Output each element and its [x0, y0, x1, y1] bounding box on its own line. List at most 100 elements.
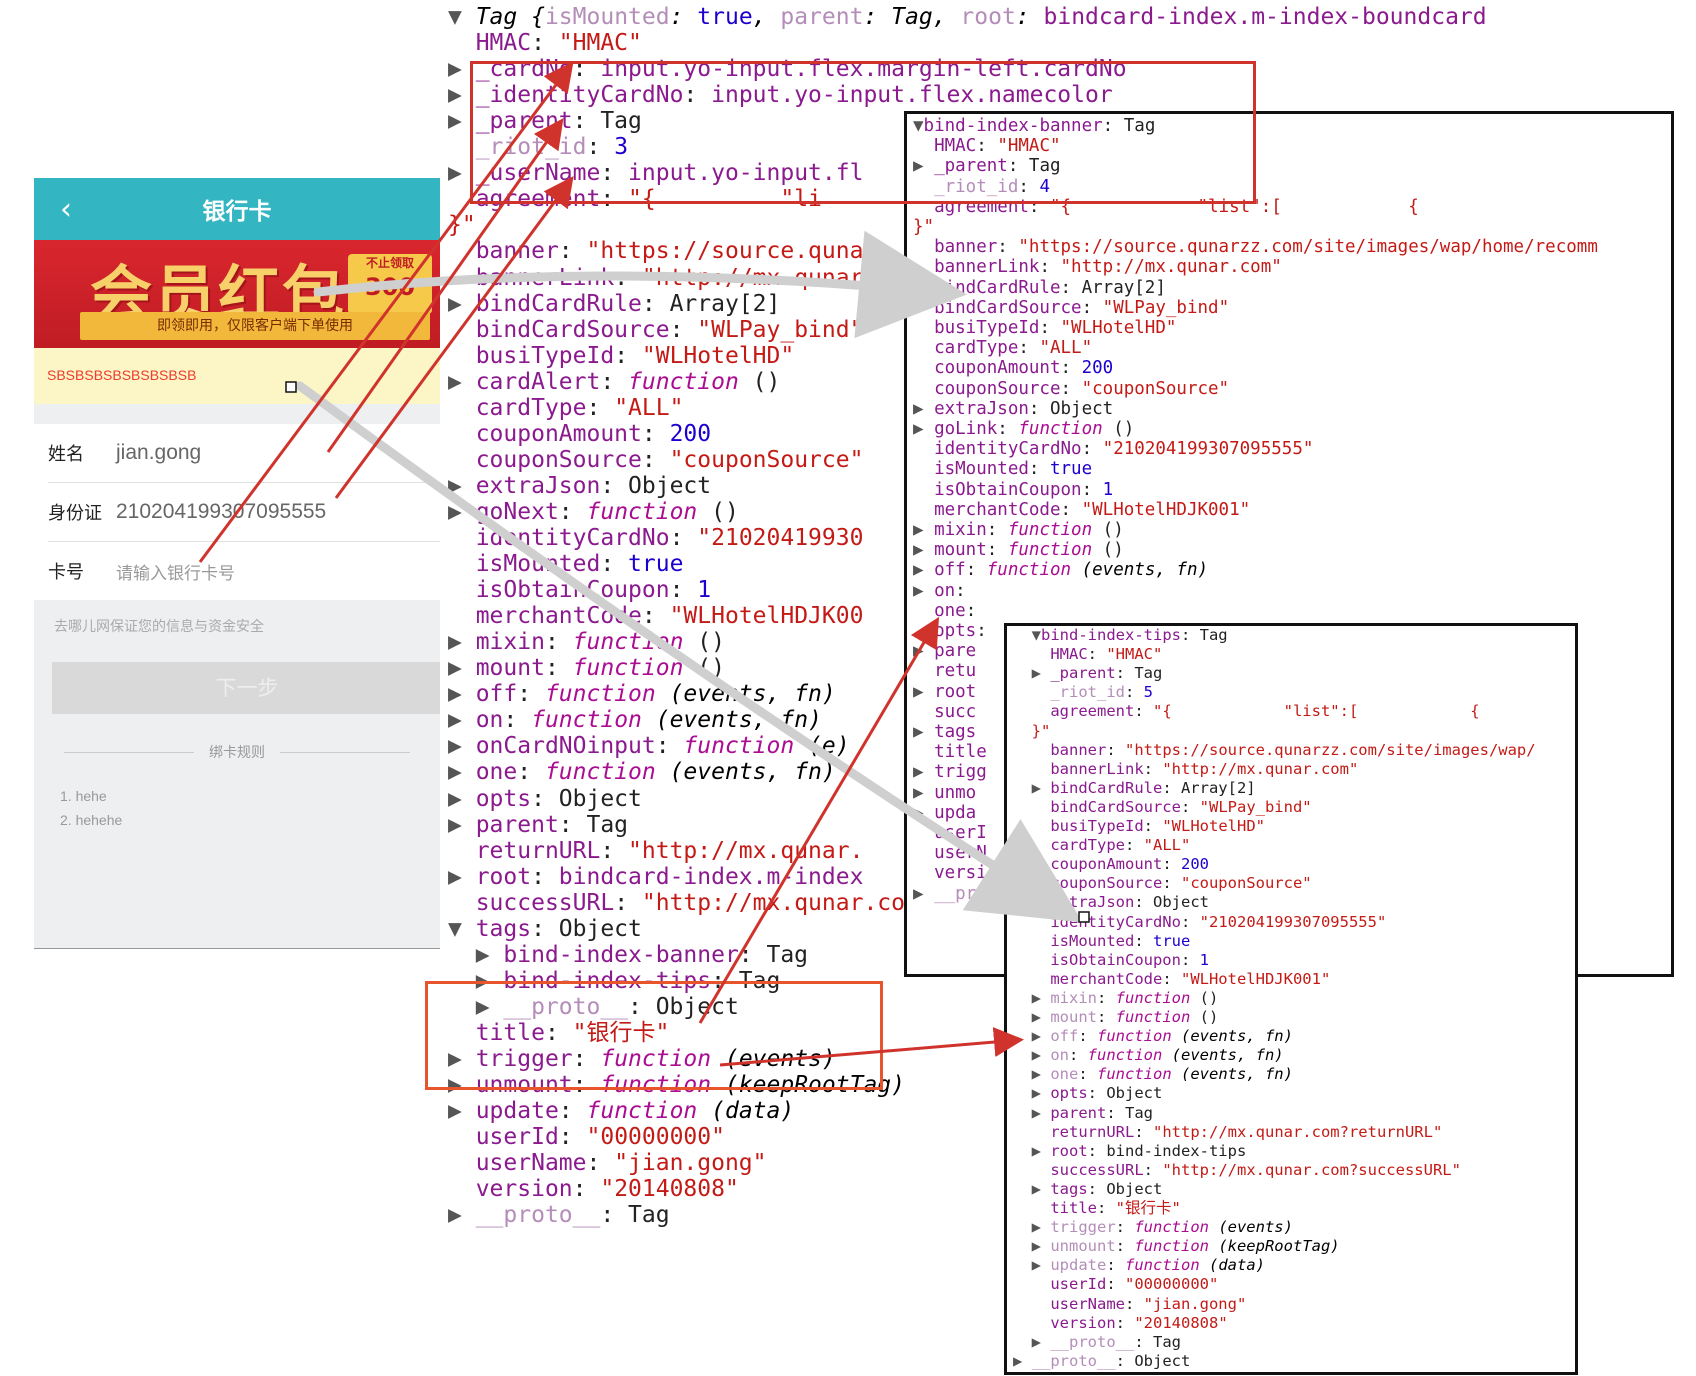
console-line[interactable]: ▶ opts: Object [448, 785, 642, 813]
console-line[interactable]: ▶ root: bind-index-tips [1013, 1142, 1247, 1161]
disclosure-triangle[interactable] [913, 358, 934, 378]
console-line[interactable]: isMounted: true [1013, 932, 1190, 951]
console-line[interactable]: ▶ trigg [913, 761, 987, 783]
disclosure-triangle[interactable]: ▶ [1013, 1333, 1050, 1351]
disclosure-triangle[interactable]: ▶ [913, 762, 934, 782]
disclosure-triangle[interactable] [1013, 1161, 1050, 1179]
disclosure-triangle[interactable] [1013, 836, 1050, 854]
console-line[interactable]: couponAmount: 200 [448, 420, 711, 448]
console-line[interactable]: ▶ one: function (events, fn) [448, 758, 836, 786]
console-line[interactable]: ▶ update: function (data) [1013, 1256, 1265, 1275]
console-line[interactable]: ▶ root: bindcard-index.m-index [448, 863, 863, 891]
disclosure-triangle[interactable]: ▶ [448, 629, 476, 655]
disclosure-triangle[interactable]: ▶ [448, 942, 503, 968]
disclosure-triangle[interactable] [448, 30, 476, 56]
disclosure-triangle[interactable] [913, 459, 934, 479]
console-line[interactable]: ▶ goNext: function () [448, 498, 739, 526]
disclosure-triangle[interactable] [1013, 1199, 1050, 1217]
disclosure-triangle[interactable]: ▶ [1013, 1256, 1050, 1274]
disclosure-triangle[interactable] [1013, 817, 1050, 835]
console-line[interactable]: isMounted: true [448, 550, 684, 578]
console-line[interactable]: ▶ on: [913, 580, 976, 602]
disclosure-triangle[interactable] [913, 661, 934, 681]
disclosure-triangle[interactable] [448, 265, 476, 291]
console-line[interactable]: merchantCode: "WLHotelHDJK001" [913, 499, 1250, 521]
disclosure-triangle[interactable]: ▶ [1013, 1237, 1050, 1255]
disclosure-triangle[interactable]: ▶ [448, 473, 476, 499]
disclosure-triangle[interactable]: ▶ [1013, 664, 1050, 682]
disclosure-triangle[interactable]: ▶ [1013, 1046, 1050, 1064]
console-line[interactable]: ▶ extraJson: Object [448, 472, 711, 500]
console-line[interactable]: bannerLink: "http://mx.qunar.com" [1013, 760, 1358, 779]
console-line[interactable]: ▶ onCardNOinput: function (e) [448, 732, 850, 760]
console-line[interactable]: ▶ cardAlert: function () [448, 368, 780, 396]
disclosure-triangle[interactable] [448, 395, 476, 421]
disclosure-triangle[interactable]: ▶ [913, 581, 934, 601]
disclosure-triangle[interactable]: ▶ [913, 278, 934, 298]
disclosure-triangle[interactable] [1013, 932, 1050, 950]
console-line[interactable]: version: "20140808" [1013, 1314, 1227, 1333]
console-line[interactable]: version: "20140808" [448, 1175, 739, 1203]
console-line[interactable]: ▶ bindCardRule: Array[2] [1013, 779, 1256, 798]
disclosure-triangle[interactable] [913, 843, 934, 863]
promo-banner[interactable]: 会员红包 不止领取 300 即领即用，仅限客户端下单使用 [34, 240, 440, 348]
console-line[interactable]: bannerLink: "http://mx.qunar.com" [913, 256, 1282, 278]
disclosure-triangle[interactable] [1013, 913, 1050, 931]
console-line[interactable]: bindCardSource: "WLPay_bind" [1013, 798, 1311, 817]
console-line[interactable]: ▶ mixin: function () [1013, 989, 1219, 1008]
disclosure-triangle[interactable]: ▶ [1013, 779, 1050, 797]
console-line[interactable]: title: "银行卡" [1013, 1199, 1181, 1218]
console-line[interactable]: bindCardSource: "WLPay_bind" [913, 297, 1229, 319]
console-line[interactable]: ▶ upda [913, 802, 976, 824]
disclosure-triangle[interactable] [1013, 741, 1050, 759]
console-line[interactable]: versi [913, 862, 987, 884]
disclosure-triangle[interactable] [1013, 855, 1050, 873]
console-line[interactable]: ▶ __proto__: Object [1013, 1352, 1190, 1371]
disclosure-triangle[interactable] [448, 838, 476, 864]
console-line[interactable]: identityCardNo: "210204199307095555" [913, 438, 1313, 460]
console-line[interactable]: userI [913, 822, 987, 844]
disclosure-triangle[interactable]: ▶ [1013, 1104, 1050, 1122]
console-line[interactable]: cardType: "ALL" [913, 337, 1092, 359]
card-number-input[interactable]: 请输入银行卡号 [116, 559, 235, 584]
name-row[interactable]: 姓名 jian.gong [48, 424, 440, 483]
console-line[interactable]: succ [913, 701, 976, 723]
disclosure-triangle[interactable]: ▶ [1013, 1065, 1050, 1083]
disclosure-triangle[interactable]: ▶ [448, 681, 476, 707]
console-line[interactable]: ▶ _parent: Tag [1013, 664, 1163, 683]
disclosure-triangle[interactable] [1013, 645, 1050, 663]
disclosure-triangle[interactable]: ▶ [448, 291, 476, 317]
console-line[interactable]: ▶ off: function (events, fn) [1013, 1027, 1293, 1046]
disclosure-triangle[interactable] [448, 551, 476, 577]
disclosure-triangle[interactable]: ▶ [913, 641, 934, 661]
disclosure-triangle[interactable] [913, 601, 934, 621]
disclosure-triangle[interactable] [448, 525, 476, 551]
chevron-left-icon[interactable]: ‹ [60, 192, 72, 227]
console-line[interactable]: ▼ Tag {isMounted: true, parent: Tag, roo… [448, 3, 1487, 31]
disclosure-triangle[interactable] [913, 318, 934, 338]
console-line[interactable]: _riot_id: 5 [1013, 683, 1153, 702]
disclosure-triangle[interactable] [1013, 1123, 1050, 1141]
console-line[interactable]: ▶ bindCardRule: Array[2] [913, 277, 1166, 299]
id-row[interactable]: 身份证 210204199307095555 [48, 483, 440, 542]
console-line[interactable]: agreement: "{ "list":[ { [1013, 702, 1479, 721]
disclosure-triangle[interactable]: ▶ [913, 803, 934, 823]
disclosure-triangle[interactable] [913, 500, 934, 520]
disclosure-triangle[interactable]: ▶ [913, 419, 934, 439]
disclosure-triangle[interactable]: ▶ [448, 369, 476, 395]
disclosure-triangle[interactable] [1013, 951, 1050, 969]
disclosure-triangle[interactable] [913, 863, 934, 883]
disclosure-triangle[interactable] [448, 238, 476, 264]
disclosure-triangle[interactable] [1013, 798, 1050, 816]
disclosure-triangle[interactable] [913, 338, 934, 358]
disclosure-triangle[interactable]: ▶ [913, 682, 934, 702]
disclosure-triangle[interactable]: ▶ [913, 884, 934, 904]
console-line[interactable]: identityCardNo: "21020419930 [448, 524, 864, 552]
disclosure-triangle[interactable]: ▶ [448, 499, 476, 525]
console-line[interactable]: ▶ tags: Object [1013, 1180, 1163, 1199]
disclosure-triangle[interactable]: ▶ [448, 655, 476, 681]
console-line[interactable]: ▶ mount: function () [448, 654, 725, 682]
console-line[interactable]: successURL: "http://mx.qunar.com?success… [1013, 1161, 1461, 1180]
console-line[interactable]: retu [913, 660, 976, 682]
console-line[interactable]: title [913, 741, 987, 763]
